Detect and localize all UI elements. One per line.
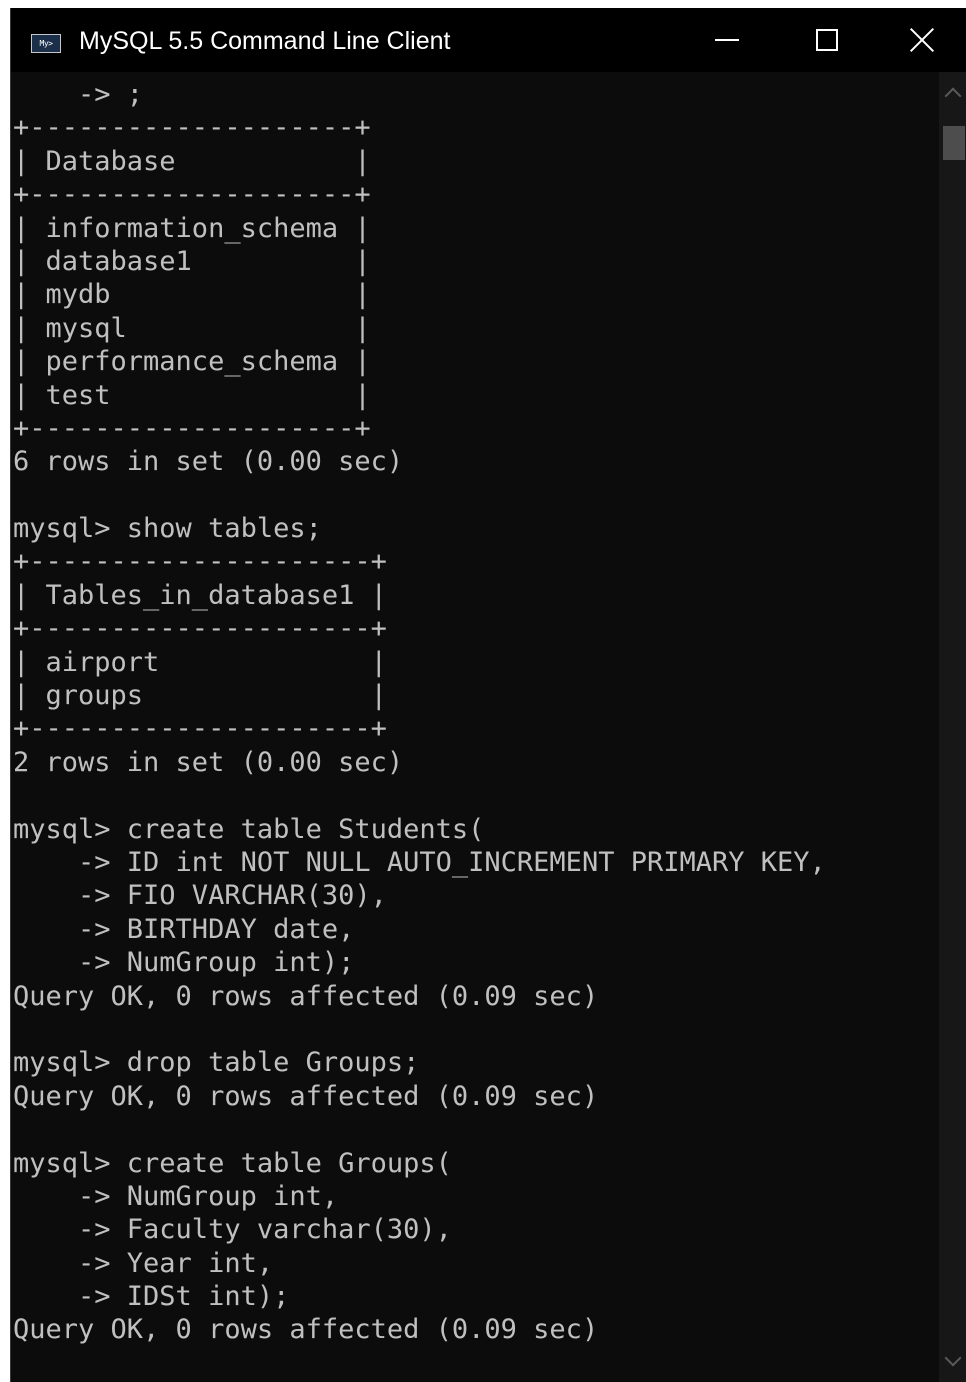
console-line: mysql> create table Students( — [13, 813, 485, 845]
maximize-icon — [816, 29, 838, 51]
minimize-button[interactable] — [677, 8, 777, 72]
console-line: -> NumGroup int, — [13, 1180, 339, 1212]
console-line: -> Faculty varchar(30), — [13, 1214, 452, 1246]
console-line: -> Year int, — [13, 1247, 274, 1279]
console-line: Query OK, 0 rows affected (0.09 sec) — [13, 1314, 599, 1346]
chevron-up-icon — [944, 87, 962, 105]
console-line: | performance_schema | — [13, 346, 371, 378]
console-line: | information_schema | — [13, 212, 371, 244]
console-line: Query OK, 0 rows affected (0.09 sec) — [13, 980, 599, 1012]
console-line: -> FIO VARCHAR(30), — [13, 880, 387, 912]
console-line: 6 rows in set (0.00 sec) — [13, 446, 404, 478]
console-line: +---------------------+ — [13, 613, 387, 645]
title-bar[interactable]: My> MySQL 5.5 Command Line Client — [11, 8, 966, 72]
console-line: | Database | — [13, 145, 371, 177]
console-line: -> NumGroup int); — [13, 947, 355, 979]
console-line: +---------------------+ — [13, 546, 387, 578]
console-line: | mydb | — [13, 279, 371, 311]
console-line: | airport | — [13, 646, 387, 678]
console-line: +---------------------+ — [13, 713, 387, 745]
console-line: +--------------------+ — [13, 179, 371, 211]
console-line: mysql> drop table Groups; — [13, 1047, 420, 1079]
console-line: Query OK, 0 rows affected (0.09 sec) — [13, 1080, 599, 1112]
console-line: -> IDSt int); — [13, 1281, 290, 1313]
mysql-console-icon[interactable]: My> — [31, 34, 61, 53]
console-line: +--------------------+ — [13, 412, 371, 444]
scroll-down-button[interactable] — [939, 1342, 966, 1382]
console-line: -> ; — [13, 79, 144, 110]
maximize-button[interactable] — [777, 8, 877, 72]
console-line: +--------------------+ — [13, 112, 371, 144]
chevron-down-icon — [944, 1349, 962, 1367]
console-line: | mysql | — [13, 312, 371, 344]
console-line: | groups | — [13, 680, 387, 712]
close-icon — [909, 27, 935, 53]
console-line: | Tables_in_database1 | — [13, 579, 387, 611]
console-line: -> ID int NOT NULL AUTO_INCREMENT PRIMAR… — [13, 846, 826, 878]
console-line: 2 rows in set (0.00 sec) — [13, 746, 404, 778]
console-line: | database1 | — [13, 245, 371, 277]
scrollbar-thumb[interactable] — [943, 126, 965, 160]
console-line: mysql> create table Groups( — [13, 1147, 452, 1179]
window-title: MySQL 5.5 Command Line Client — [79, 27, 451, 55]
console-line: -> BIRTHDAY date, — [13, 913, 355, 945]
console-window: My> MySQL 5.5 Command Line Client -> ; +-… — [10, 8, 966, 1382]
console-line: mysql> show tables; — [13, 513, 322, 545]
console-line: | test | — [13, 379, 371, 411]
console-output[interactable]: -> ; +--------------------+ | Database | +-… — [11, 78, 939, 1382]
vertical-scrollbar[interactable] — [939, 72, 966, 1382]
minimize-icon — [715, 39, 739, 41]
scroll-up-button[interactable] — [939, 72, 966, 112]
close-button[interactable] — [877, 8, 966, 72]
